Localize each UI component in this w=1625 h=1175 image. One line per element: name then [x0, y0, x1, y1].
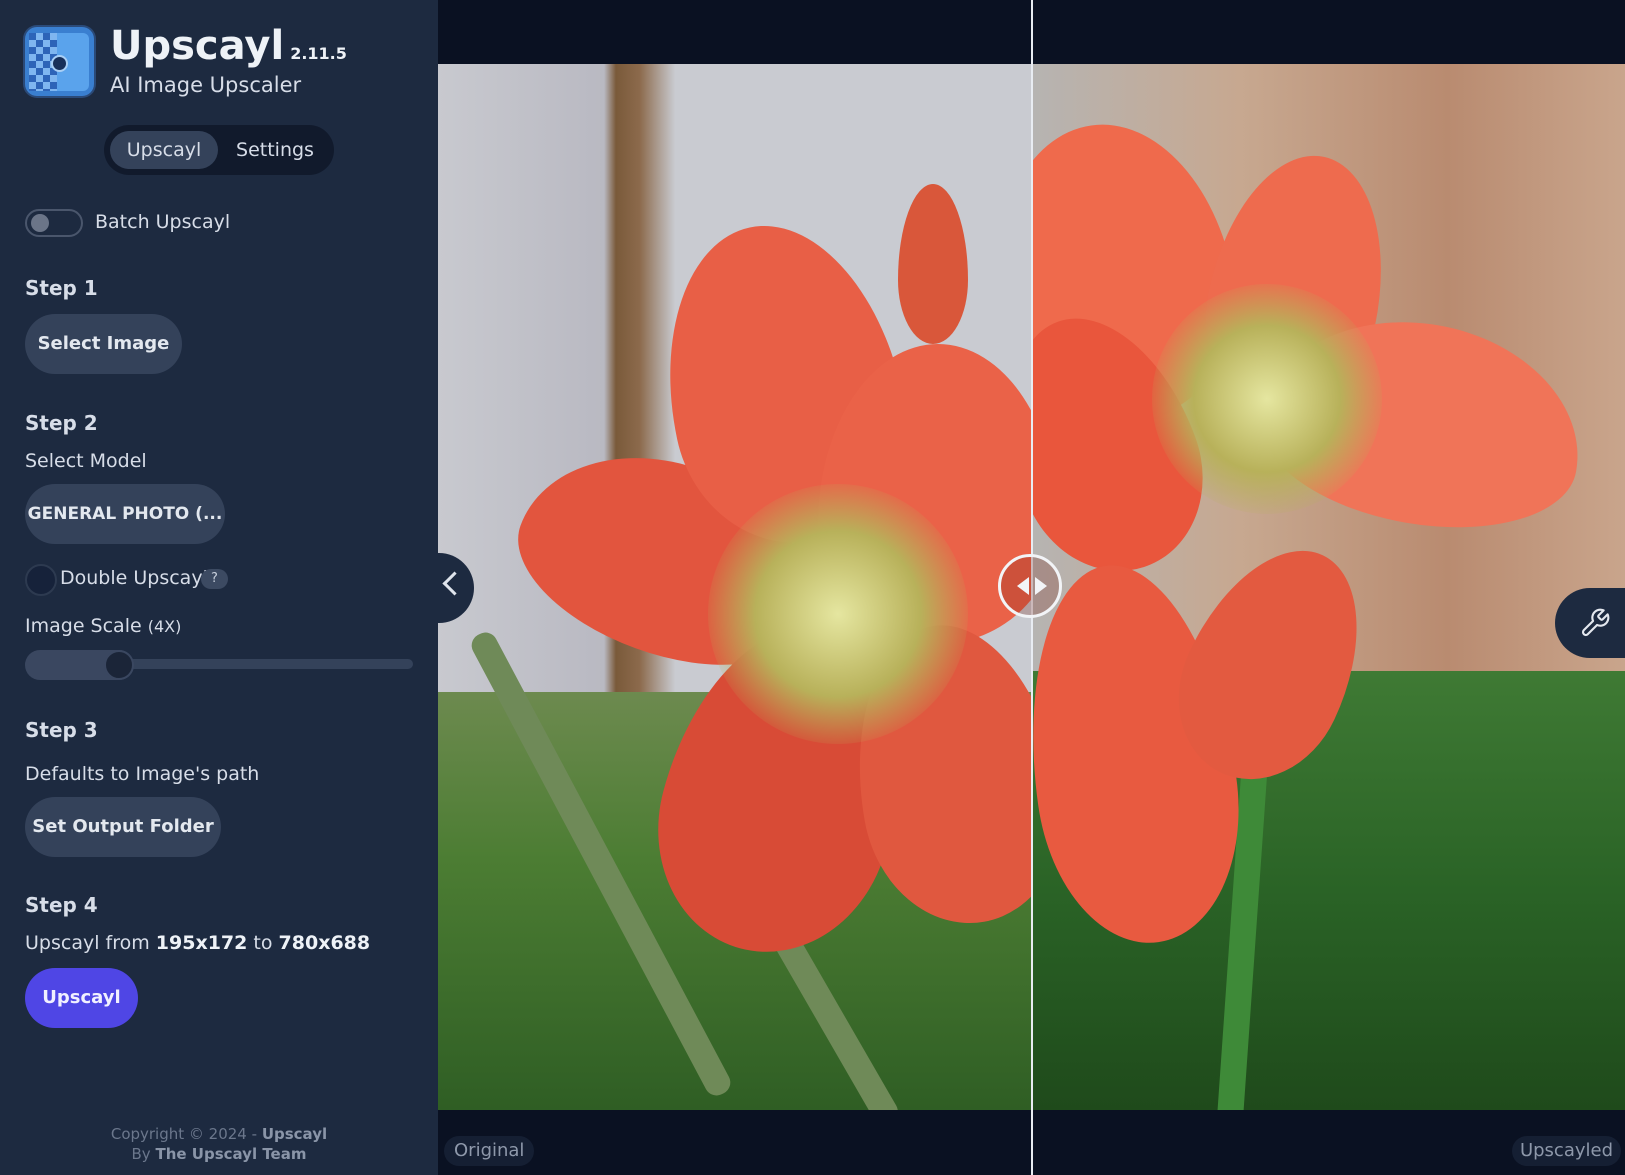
upscale-summary: Upscayl from 195x172 to 780x688: [25, 932, 370, 954]
tab-bar: Upscayl Settings: [104, 125, 334, 175]
step4-title: Step 4: [25, 893, 98, 917]
toggle-knob: [31, 214, 49, 232]
upscale-prefix: Upscayl from: [25, 932, 150, 954]
upscayl-logo-icon: [25, 27, 94, 96]
app-version: 2.11.5: [290, 44, 347, 63]
upscaled-image: [1032, 64, 1625, 1110]
sidebar: Upscayl 2.11.5 AI Image Upscaler Upscayl …: [0, 0, 438, 1175]
app-name: Upscayl: [110, 23, 285, 69]
copyright-brand[interactable]: Upscayl: [262, 1125, 327, 1143]
original-image: [438, 64, 1031, 1110]
select-model-label: Select Model: [25, 450, 147, 472]
copyright: Copyright © 2024 - Upscayl By The Upscay…: [0, 1124, 438, 1164]
batch-label: Batch Upscayl: [95, 211, 231, 233]
scale-slider-thumb[interactable]: [103, 650, 134, 680]
tab-upscayl[interactable]: Upscayl: [110, 131, 218, 169]
upscaled-label: Upscayled: [1511, 1136, 1621, 1166]
app-title: Upscayl 2.11.5: [110, 23, 347, 69]
help-badge[interactable]: ?: [201, 569, 228, 589]
image-scale-text: Image Scale: [25, 615, 142, 637]
model-select[interactable]: GENERAL PHOTO (...: [25, 484, 225, 544]
wrench-icon[interactable]: [1555, 588, 1625, 658]
image-compare-viewer[interactable]: Original Upscayled: [438, 0, 1625, 1175]
double-upscayl-label: Double Upscayl: [60, 567, 208, 589]
tab-settings[interactable]: Settings: [222, 131, 328, 169]
step3-title: Step 3: [25, 718, 98, 742]
upscale-middle: to: [253, 932, 273, 954]
by-text: By: [131, 1145, 151, 1163]
batch-toggle[interactable]: [25, 209, 83, 237]
upscale-to-size: 780x688: [278, 932, 371, 954]
select-image-button[interactable]: Select Image: [25, 314, 182, 374]
double-upscayl-checkbox[interactable]: [25, 564, 57, 596]
upscale-from-size: 195x172: [155, 932, 248, 954]
step2-title: Step 2: [25, 411, 98, 435]
upscayl-button[interactable]: Upscayl: [25, 968, 138, 1028]
original-label: Original: [444, 1136, 535, 1166]
set-output-folder-button[interactable]: Set Output Folder: [25, 797, 221, 857]
copyright-text: Copyright © 2024 -: [110, 1125, 258, 1143]
compare-arrows-icon[interactable]: [998, 554, 1062, 618]
app-subtitle: AI Image Upscaler: [110, 73, 302, 97]
image-scale-label: Image Scale (4X): [25, 615, 181, 637]
image-scale-value: (4X): [147, 617, 182, 636]
team-link[interactable]: The Upscayl Team: [155, 1145, 306, 1163]
output-path-hint: Defaults to Image's path: [25, 763, 260, 785]
step1-title: Step 1: [25, 276, 98, 300]
